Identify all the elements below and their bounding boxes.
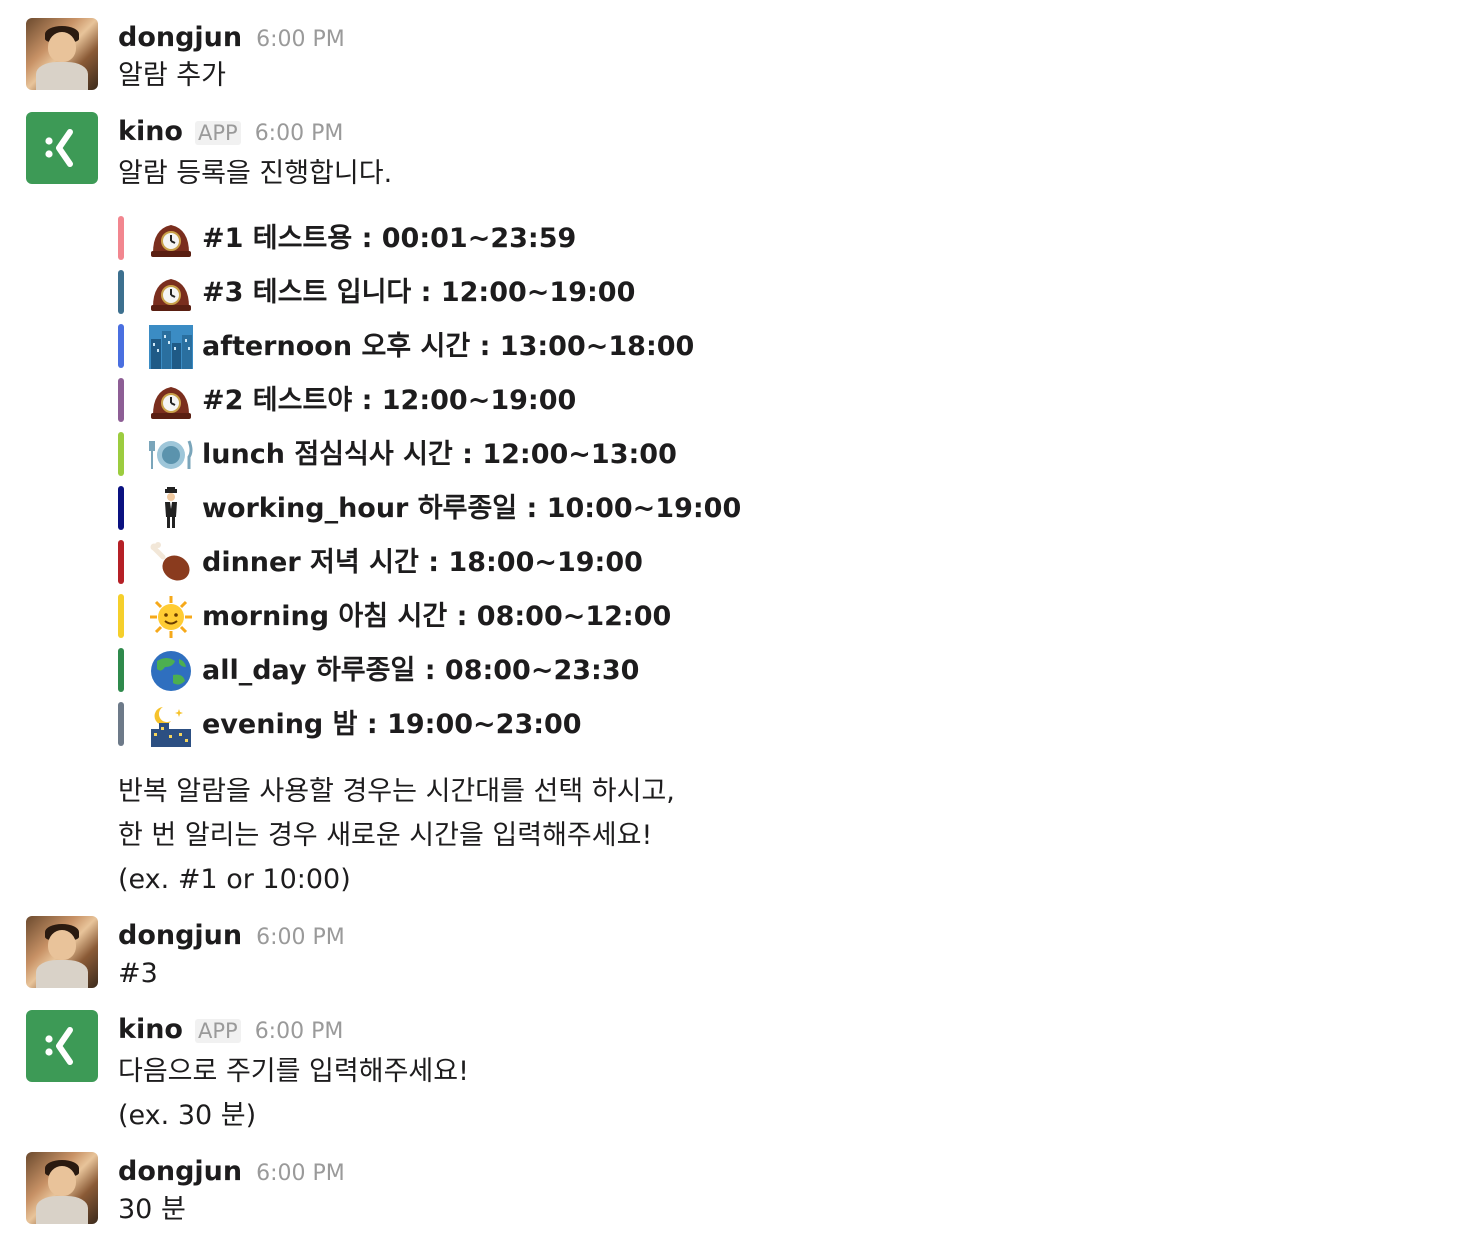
night-with-stars-icon [149, 703, 193, 747]
kino-logo-icon [45, 129, 73, 167]
message-text: 알람 등록을 진행합니다. [118, 158, 393, 189]
app-avatar[interactable] [26, 1010, 98, 1082]
timestamp[interactable]: 6:00 PM [255, 1019, 344, 1044]
alarm-label: working_hour 하루종일 : 10:00~19:00 [202, 493, 742, 524]
timestamp[interactable]: 6:00 PM [256, 1161, 345, 1186]
alarm-label: #1 테스트용 : 00:01~23:59 [202, 223, 577, 254]
fork-knife-plate-icon [149, 440, 193, 469]
instruction-line: 반복 알람을 사용할 경우는 시간대를 선택 하시고, [118, 776, 675, 807]
sender-name[interactable]: kino [118, 1014, 183, 1045]
mantelpiece-clock-icon [151, 279, 191, 311]
alarm-label: dinner 저녁 시간 : 18:00~19:00 [202, 547, 643, 578]
mantelpiece-clock-icon [151, 387, 191, 419]
alarm-label: #3 테스트 입니다 : 12:00~19:00 [202, 277, 636, 308]
instruction-example: (ex. #1 or 10:00) [118, 864, 351, 895]
alarm-label: #2 테스트야 : 12:00~19:00 [202, 385, 577, 416]
timestamp[interactable]: 6:00 PM [256, 925, 345, 950]
alarm-label: afternoon 오후 시간 : 13:00~18:00 [202, 331, 695, 362]
instruction-line: 한 번 알리는 경우 새로운 시간을 입력해주세요! [118, 820, 653, 851]
user-avatar[interactable] [26, 18, 98, 90]
user-avatar[interactable] [26, 1152, 98, 1224]
alarm-label: all_day 하루종일 : 08:00~23:30 [202, 655, 640, 686]
poultry-leg-icon [150, 542, 190, 581]
alarm-label: lunch 점심식사 시간 : 12:00~13:00 [202, 439, 677, 470]
message-text: (ex. 30 분) [118, 1100, 257, 1131]
sender-name[interactable]: dongjun [118, 920, 242, 951]
sender-name[interactable]: dongjun [118, 22, 242, 53]
app-badge: APP [194, 1019, 241, 1043]
alarm-label: evening 밤 : 19:00~23:00 [202, 709, 582, 740]
kino-logo-icon [45, 1027, 73, 1065]
app-avatar[interactable] [26, 112, 98, 184]
globe-asia-australia-icon [151, 651, 191, 691]
message-text: 다음으로 주기를 입력해주세요! [118, 1056, 469, 1087]
app-badge: APP [194, 121, 241, 145]
sender-name[interactable]: kino [118, 116, 183, 147]
message-text: 알람 추가 [118, 60, 226, 91]
cityscape-icon [149, 325, 193, 369]
alarm-label: morning 아침 시간 : 08:00~12:00 [202, 601, 672, 632]
mantelpiece-clock-icon [151, 225, 191, 257]
timestamp[interactable]: 6:00 PM [256, 27, 345, 52]
message-text: 30 분 [118, 1194, 186, 1225]
user-avatar[interactable] [26, 916, 98, 988]
message-text: #3 [118, 958, 158, 989]
levitating-man-icon [165, 487, 177, 528]
sender-name[interactable]: dongjun [118, 1156, 242, 1187]
timestamp[interactable]: 6:00 PM [255, 121, 344, 146]
sun-with-face-icon [150, 596, 192, 638]
